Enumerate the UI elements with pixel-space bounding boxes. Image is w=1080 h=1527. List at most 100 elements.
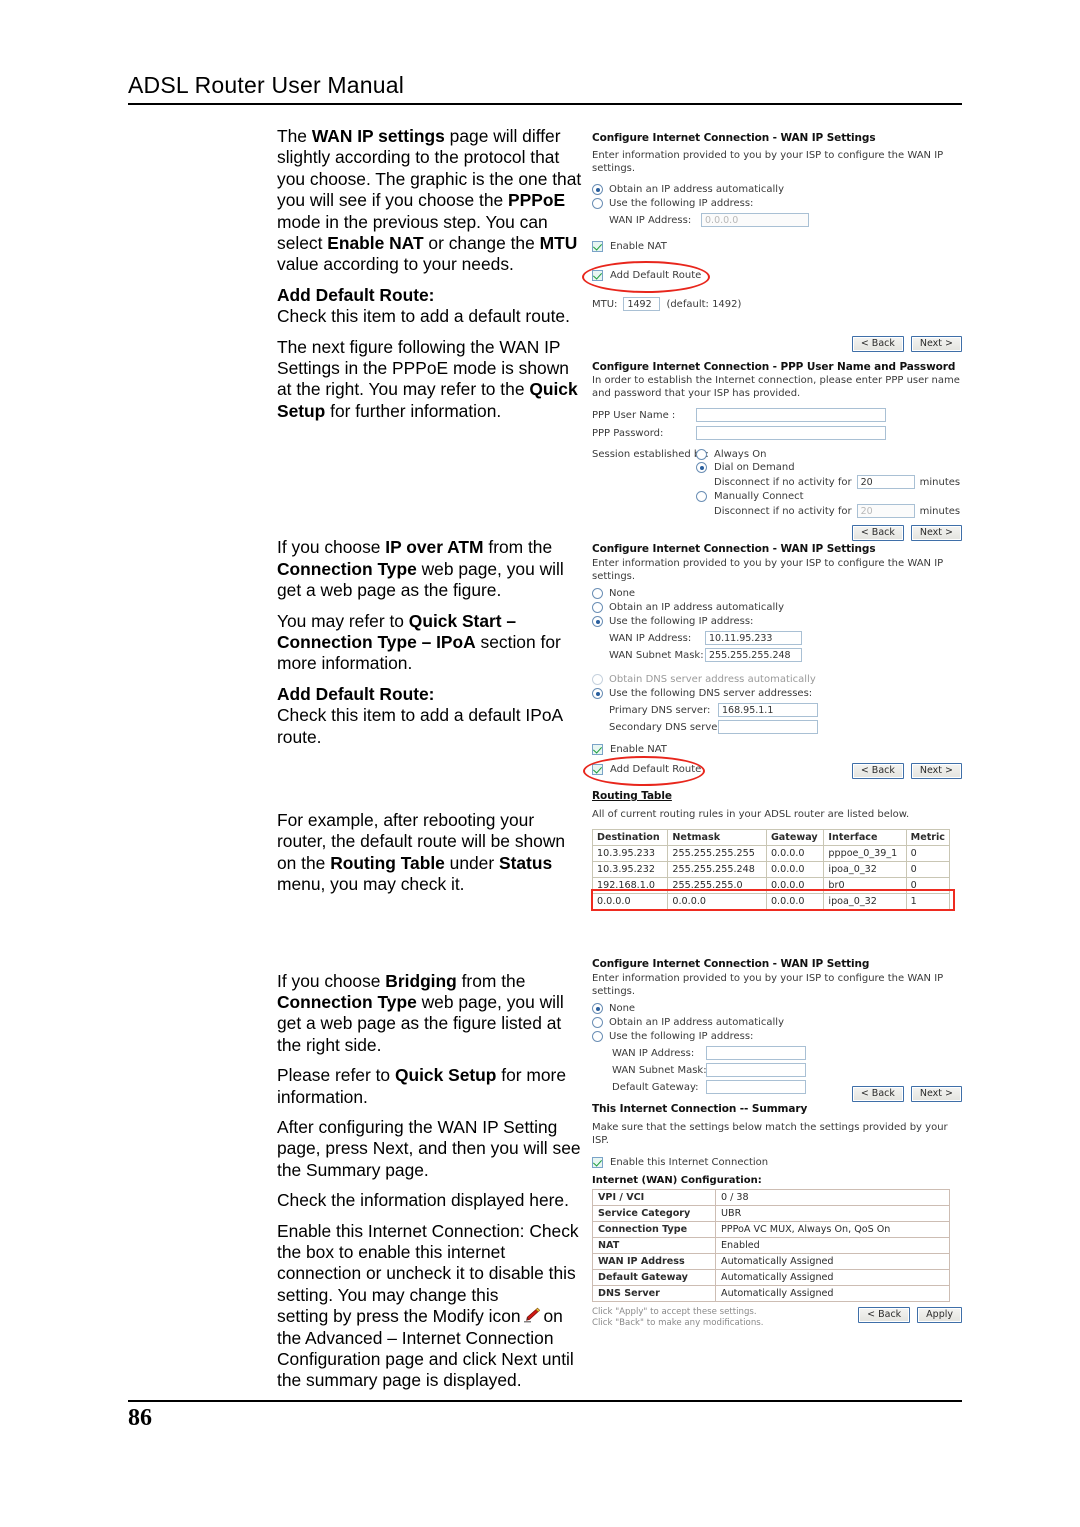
page-header: ADSL Router User Manual [128, 72, 962, 105]
radio-button-icon[interactable] [592, 688, 603, 699]
radio-obtain-ip-auto[interactable]: Obtain an IP address automatically [592, 602, 962, 613]
radio-dial-on-demand[interactable]: Dial on Demand [696, 462, 962, 473]
radio-button-icon[interactable] [696, 462, 707, 473]
radio-none[interactable]: None [592, 1003, 962, 1014]
secondary-dns-input[interactable] [718, 720, 818, 734]
checkbox-icon[interactable] [592, 744, 603, 755]
column-header: Metric [905, 828, 951, 846]
radio-obtain-ip-auto[interactable]: Obtain an IP address automatically [592, 1017, 962, 1028]
default-gateway-input[interactable] [706, 1080, 806, 1094]
field-wan-subnet-mask: WAN Subnet Mask: 255.255.255.248 [609, 648, 962, 662]
radio-button-icon[interactable] [592, 1031, 603, 1042]
radio-dns-static[interactable]: Use the following DNS server addresses: [592, 688, 962, 699]
checkbox-icon[interactable] [592, 241, 603, 252]
figure-description: In order to establish the Internet conne… [592, 375, 960, 399]
radio-label: None [609, 588, 636, 599]
table-header-row: Destination Netmask Gateway Interface Me… [591, 828, 951, 846]
timeout-dial-input[interactable]: 20 [856, 475, 915, 489]
wan-ip-address-input[interactable] [706, 1046, 806, 1060]
radio-button-icon[interactable] [592, 674, 603, 685]
radio-button-icon[interactable] [696, 491, 707, 502]
checkbox-enable-nat[interactable]: Enable NAT [592, 241, 962, 252]
next-button[interactable]: Next > [910, 336, 962, 352]
figure-button-row: < Back Next > [851, 1086, 962, 1102]
back-button[interactable]: < Back [858, 1307, 911, 1323]
column-header: Netmask [667, 828, 767, 846]
radio-obtain-ip-auto[interactable]: Obtain an IP address automatically [592, 184, 962, 195]
radio-use-following-ip[interactable]: Use the following IP address: [592, 616, 962, 627]
ppp-user-name-input[interactable] [696, 408, 886, 422]
timeout-manual-input[interactable]: 20 [856, 504, 915, 518]
back-button[interactable]: < Back [851, 1086, 904, 1102]
checkbox-enable-nat[interactable]: Enable NAT [592, 744, 962, 755]
radio-button-icon[interactable] [592, 602, 603, 613]
checkbox-icon[interactable] [592, 270, 603, 281]
table-row: Connection Type PPPoA VC MUX, Always On,… [592, 1221, 950, 1238]
cell-destination: 192.168.1.0 [591, 876, 669, 894]
text-run: value according to your needs. [277, 254, 514, 275]
cell-key: VPI / VCI [592, 1189, 716, 1206]
radio-button-icon[interactable] [592, 616, 603, 627]
field-label: Disconnect if no activity for [714, 505, 852, 517]
radio-button-icon[interactable] [592, 1017, 603, 1028]
wan-subnet-mask-input[interactable] [706, 1063, 806, 1077]
text-run: If you choose [277, 970, 386, 991]
back-button[interactable]: < Back [851, 525, 904, 541]
radio-button-icon[interactable] [592, 588, 603, 599]
figure-title: Configure Internet Connection - PPP User… [592, 361, 962, 373]
field-primary-dns: Primary DNS server: 168.95.1.1 [609, 703, 962, 717]
text-run: Please refer to [277, 1065, 395, 1086]
cell-gateway: 0.0.0.0 [765, 892, 825, 910]
radio-label: Obtain an IP address automatically [609, 184, 785, 195]
radio-label: Manually Connect [714, 491, 804, 502]
field-label: Default Gateway: [612, 1081, 699, 1093]
checkbox-label: Add Default Route [610, 270, 702, 281]
paragraph-wan-ip-intro: The WAN IP settings page will differ sli… [277, 126, 587, 276]
radio-none[interactable]: None [592, 588, 962, 599]
radio-use-following-ip[interactable]: Use the following IP address: [592, 198, 962, 209]
radio-label: Obtain DNS server address automatically [609, 674, 816, 685]
next-button[interactable]: Next > [910, 763, 962, 779]
field-label: MTU: [592, 298, 618, 310]
wan-ip-address-input[interactable]: 10.11.95.233 [705, 631, 802, 645]
radio-button-icon[interactable] [592, 1003, 603, 1014]
bold-enable-nat: Enable NAT [327, 233, 424, 254]
wan-ip-address-input[interactable]: 0.0.0.0 [701, 213, 809, 227]
radio-button-icon[interactable] [592, 198, 603, 209]
radio-button-icon[interactable] [592, 184, 603, 195]
figure-ppp-credentials: Configure Internet Connection - PPP User… [592, 361, 962, 541]
back-button[interactable]: < Back [851, 336, 904, 352]
mtu-input[interactable]: 1492 [623, 297, 661, 311]
radio-manually-connect[interactable]: Manually Connect [696, 491, 962, 502]
back-button[interactable]: < Back [851, 763, 904, 779]
checkbox-icon[interactable] [592, 764, 603, 775]
radio-button-icon[interactable] [696, 449, 707, 460]
paragraph-next-figure: The next figure following the WAN IP Set… [277, 337, 587, 423]
ppp-password-input[interactable] [696, 426, 886, 440]
checkbox-icon[interactable] [592, 1157, 603, 1168]
next-button[interactable]: Next > [910, 1086, 962, 1102]
field-label: PPP User Name : [592, 409, 676, 421]
radio-always-on[interactable]: Always On [696, 449, 962, 460]
bold-connection-type-ipoa: Connection Type – IPoA [277, 631, 476, 652]
text-run: or change the [423, 233, 540, 254]
figure-routing-table: Routing Table All of current routing rul… [591, 790, 962, 911]
primary-dns-input[interactable]: 168.95.1.1 [718, 703, 818, 717]
wan-subnet-mask-input[interactable]: 255.255.255.248 [705, 648, 802, 662]
cell-netmask: 0.0.0.0 [667, 892, 767, 910]
cell-gateway: 0.0.0.0 [765, 876, 825, 894]
checkbox-enable-internet-connection[interactable]: Enable this Internet Connection [592, 1157, 962, 1168]
apply-button[interactable]: Apply [917, 1307, 962, 1323]
checkbox-add-default-route[interactable]: Add Default Route [582, 261, 962, 293]
table-row: VPI / VCI 0 / 38 [592, 1189, 950, 1206]
cell-key: Default Gateway [592, 1269, 716, 1286]
radio-dns-auto[interactable]: Obtain DNS server address automatically [592, 674, 962, 685]
radio-use-following-ip[interactable]: Use the following IP address: [592, 1031, 962, 1042]
session-established-group: Session established by: Always On Dial o… [592, 449, 962, 518]
cell-gateway: 0.0.0.0 [765, 844, 825, 862]
radio-label: Use the following IP address: [609, 198, 754, 209]
cell-value: 0 / 38 [715, 1189, 950, 1206]
unit-label: minutes [919, 505, 961, 517]
radio-label: Obtain an IP address automatically [609, 602, 785, 613]
next-button[interactable]: Next > [910, 525, 962, 541]
